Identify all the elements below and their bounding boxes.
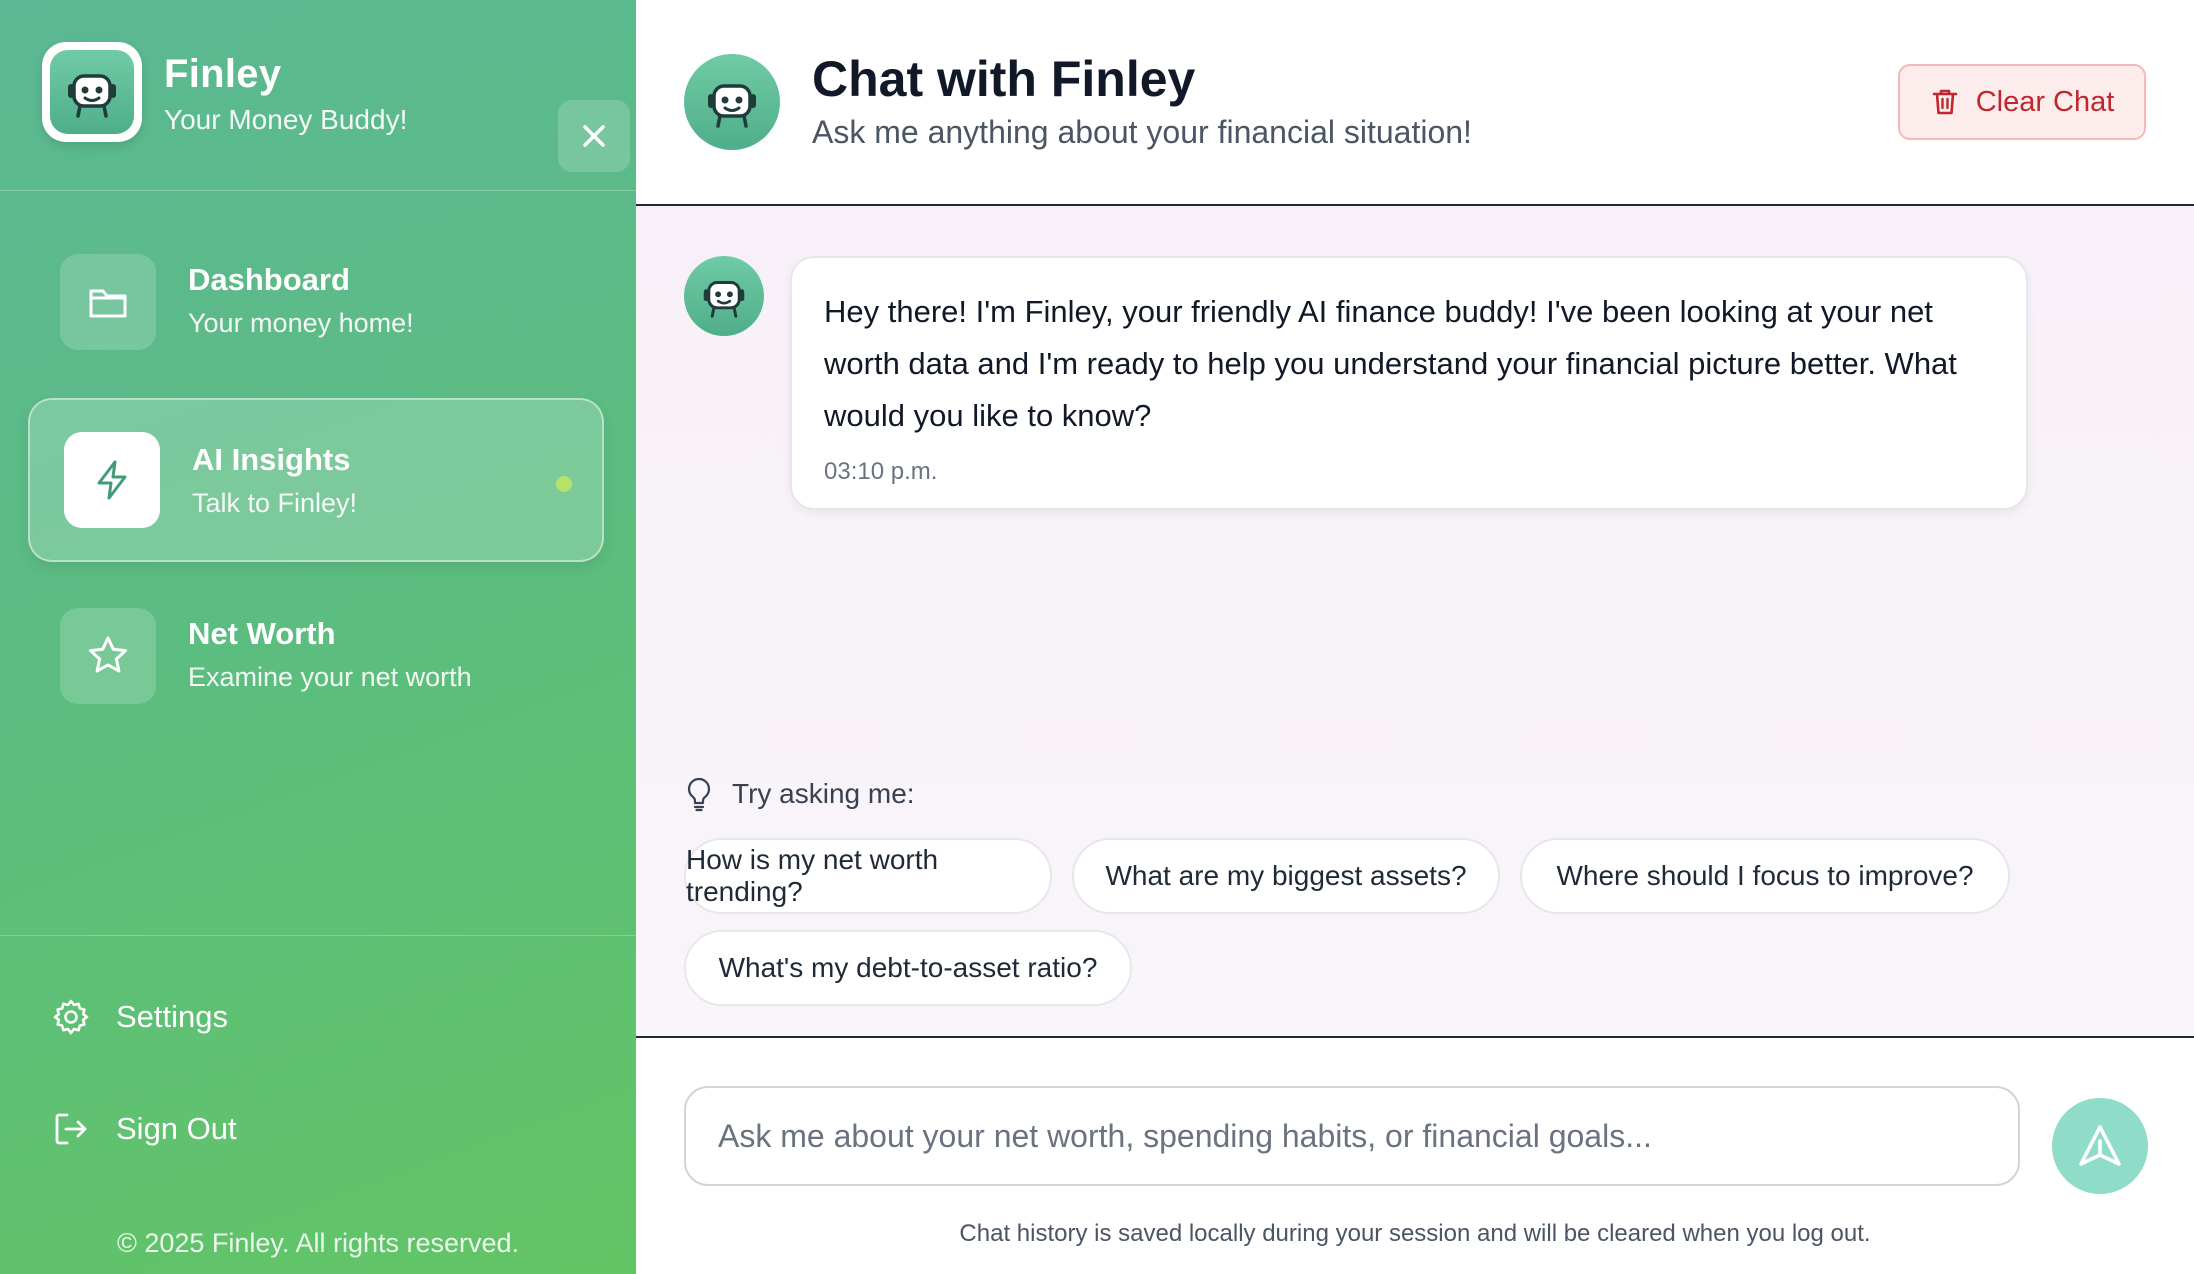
suggestion-chip[interactable]: What are my biggest assets?	[1072, 838, 1500, 914]
sidebar-divider	[0, 935, 636, 936]
active-indicator	[556, 476, 572, 492]
brand-name: Finley	[164, 52, 282, 96]
chat-history-note: Chat history is saved locally during you…	[959, 1220, 1871, 1247]
sidebar-item-subtitle: Talk to Finley!	[192, 488, 358, 518]
suggestion-chip[interactable]: What's my debt-to-asset ratio?	[684, 930, 1132, 1006]
sidebar-item-subtitle: Your money home!	[188, 308, 414, 338]
brand-logo[interactable]	[42, 42, 142, 142]
chat-panel: Chat with Finley Ask me anything about y…	[636, 0, 2194, 1274]
sidebar-item-title: Net Worth	[188, 616, 336, 651]
clear-chat-button[interactable]: Clear Chat	[1898, 64, 2146, 140]
gear-icon	[53, 999, 89, 1035]
sidebar-item-net-worth[interactable]: Net Worth Examine your net worth	[28, 580, 604, 744]
robot-icon	[68, 74, 116, 118]
clear-chat-label: Clear Chat	[1975, 85, 2115, 118]
lightning-icon	[97, 460, 127, 500]
trash-icon	[1932, 89, 1957, 115]
sidebar-item-ai-insights[interactable]: AI Insights Talk to Finley!	[28, 398, 604, 562]
page-subtitle: Ask me anything about your financial sit…	[812, 114, 1472, 150]
send-icon	[2079, 1125, 2121, 1166]
robot-icon	[703, 281, 745, 318]
settings-label: Settings	[116, 999, 229, 1034]
folder-icon	[89, 289, 127, 318]
sidebar-item-dashboard[interactable]: Dashboard Your money home!	[28, 226, 604, 390]
lightbulb-icon	[687, 777, 711, 812]
sidebar-item-title: AI Insights	[192, 442, 351, 477]
nav-icon-wrap	[60, 254, 156, 350]
sign-out-label: Sign Out	[116, 1111, 237, 1146]
finley-avatar	[684, 54, 780, 150]
sidebar-divider	[0, 190, 636, 191]
suggestion-chip[interactable]: How is my net worth trending?	[684, 838, 1052, 914]
sign-out-link[interactable]: Sign Out	[52, 1105, 237, 1153]
brand-tagline: Your Money Buddy!	[164, 104, 408, 135]
sidebar: Finley Your Money Buddy! Dashboard Your …	[0, 0, 636, 1274]
close-sidebar-button[interactable]	[558, 100, 630, 172]
message-list[interactable]: Hey there! I'm Finley, your friendly AI …	[636, 206, 2194, 1038]
suggestion-chip[interactable]: Where should I focus to improve?	[1520, 838, 2010, 914]
suggestions-label: Try asking me:	[732, 778, 915, 809]
sidebar-item-subtitle: Examine your net worth	[188, 662, 472, 692]
brand: Finley Your Money Buddy!	[42, 42, 630, 172]
page-title: Chat with Finley	[812, 51, 1196, 107]
message-input[interactable]	[684, 1086, 2020, 1186]
copyright: © 2025 Finley. All rights reserved.	[116, 1228, 520, 1258]
message-text: Hey there! I'm Finley, your friendly AI …	[824, 294, 1957, 433]
message-avatar	[684, 256, 764, 336]
nav-icon-wrap	[64, 432, 160, 528]
chat-header: Chat with Finley Ask me anything about y…	[636, 0, 2194, 206]
sidebar-item-title: Dashboard	[188, 262, 350, 297]
star-icon	[89, 636, 127, 673]
robot-icon	[708, 84, 756, 128]
send-button[interactable]	[2052, 1098, 2148, 1194]
message-timestamp: 03:10 p.m.	[824, 458, 938, 485]
sign-out-icon	[55, 1113, 87, 1145]
suggestions-header: Try asking me:	[684, 774, 915, 814]
close-icon	[583, 125, 605, 147]
composer: Chat history is saved locally during you…	[636, 1038, 2194, 1274]
settings-link[interactable]: Settings	[52, 993, 228, 1041]
nav-icon-wrap	[60, 608, 156, 704]
message-bubble: Hey there! I'm Finley, your friendly AI …	[790, 256, 2028, 510]
